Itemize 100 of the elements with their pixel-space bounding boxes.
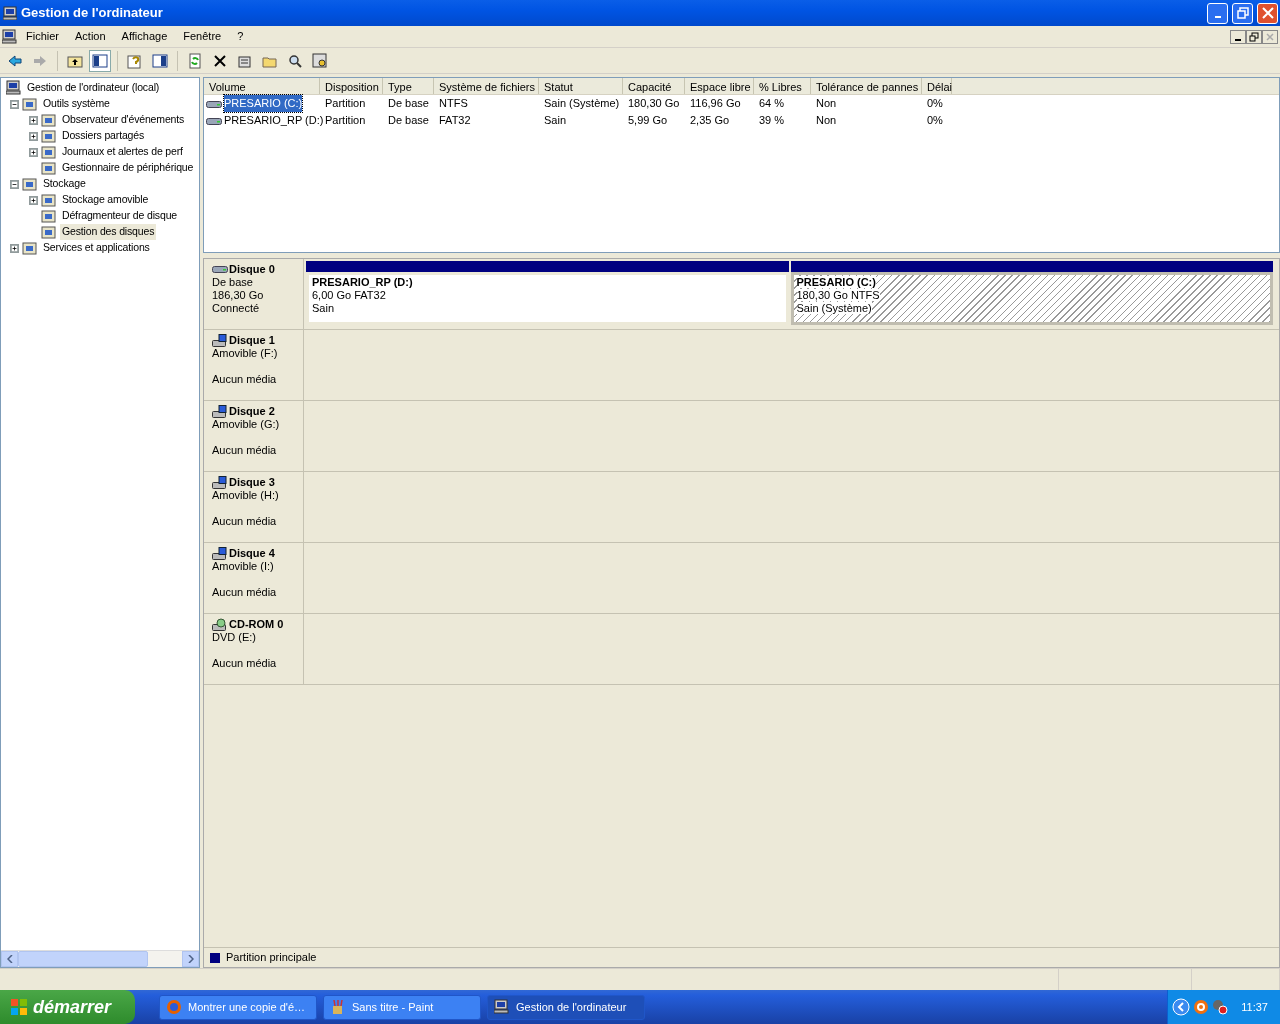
tree-item[interactable]: Stockage amovible [60,192,151,208]
tree-item[interactable]: Gestion des disques [60,224,157,240]
minimize-button[interactable] [1230,29,1246,44]
expand-toggle[interactable] [29,115,38,125]
collapse-toggle[interactable] [10,179,19,189]
scroll-left-button[interactable] [1,951,18,967]
disk-info: Amovible (G:) [212,418,281,431]
restore-icon [1249,31,1259,42]
column-header[interactable]: Capacité [623,78,685,94]
column-header[interactable]: % Libres [754,78,811,94]
menu-item[interactable]: Action [67,28,114,45]
folder-tool-icon [22,176,38,192]
taskbar-button[interactable]: Gestion de l'ordinateur [487,994,645,1020]
partition-info: Sain (Système) [796,302,872,314]
start-button[interactable]: démarrer [0,990,135,1024]
chevron-left-icon[interactable] [1172,998,1191,1016]
network-blocked-icon[interactable] [1212,999,1229,1015]
panel-icon[interactable] [152,52,168,69]
disk-info: DVD (E:) [212,631,257,644]
delete-icon[interactable] [212,52,228,69]
column-header[interactable]: Statut [539,78,623,94]
tree-item[interactable]: Journaux et alertes de perf [60,144,185,160]
horizontal-scrollbar[interactable] [1,950,199,967]
collapse-toggle[interactable] [10,99,19,109]
table-cell[interactable]: PRESARIO (C:) [224,95,303,112]
table-cell-text: Sain [544,113,567,129]
disk-info: Amovible (F:) [212,347,279,360]
expand-toggle[interactable] [29,131,38,141]
menu-item[interactable]: Affichage [113,28,176,45]
table-cell-text: 64 % [759,96,785,112]
folder-tool-icon [41,128,57,144]
partition-name: PRESARIO (C:) [796,276,876,288]
partition-name: PRESARIO_RP (D:) [312,276,413,288]
cd-drive-icon [212,618,228,631]
column-header[interactable]: Disposition [320,78,383,94]
tree-item[interactable]: Défragmenteur de disque [60,208,180,224]
partition-block[interactable]: PRESARIO_RP (D:) 6,00 Go FAT32 Sain [306,272,789,325]
partition-block[interactable]: PRESARIO (C:) 180,30 Go NTFS Sain (Système) [790,272,1273,325]
disk-drive-icon [212,547,228,560]
tree-item[interactable]: Observateur d'événements [60,112,187,128]
tree-item[interactable]: Stockage [41,176,88,192]
back-arrow-icon[interactable] [7,52,23,69]
menu-item[interactable]: ? [229,28,252,45]
table-cell-text: De base [388,113,429,129]
tree-item[interactable]: Services et applications [41,240,152,256]
menu-item[interactable]: Fenêtre [175,28,230,45]
disk-name: CD-ROM 0 [229,618,284,631]
globe-icon [166,999,182,1015]
tree-item[interactable]: Dossiers partagés [60,128,147,144]
minimize-icon [1214,15,1221,18]
disk-info: Connecté [212,302,261,315]
partition-info: Sain [312,302,335,314]
pane-toggle-icon[interactable] [92,52,108,69]
paint-brushes-icon [330,999,346,1015]
table-cell-text: Partition [325,96,366,112]
menu-item[interactable]: Fichier [18,28,67,45]
disk-info: Aucun média [212,515,278,528]
table-cell[interactable]: PRESARIO_RP (D:) [224,112,324,129]
taskbar-button[interactable]: Sans titre - Paint [323,994,481,1020]
disk-name: Disque 0 [229,263,275,276]
scroll-thumb[interactable] [18,951,148,967]
column-header[interactable]: Système de fichiers [434,78,539,94]
table-cell-text: 5,99 Go [628,113,668,129]
chevron-right-icon [187,955,194,963]
legend-label: Partition principale [226,950,317,966]
expand-toggle[interactable] [29,147,38,157]
window-title: Gestion de l'ordinateur [21,4,164,23]
column-header[interactable]: Type [383,78,434,94]
gear-icon[interactable] [312,52,328,69]
table-cell-text: De base [388,96,429,112]
help-icon[interactable] [127,52,143,69]
table-cell-text: Non [816,96,837,112]
close-icon [1261,7,1274,19]
scroll-right-button[interactable] [182,951,199,967]
minimize-icon [1235,38,1241,41]
close-icon [1265,31,1275,42]
disk-name: Disque 4 [229,547,275,560]
table-cell-text: 39 % [759,113,785,129]
partition-info: 180,30 Go NTFS [796,289,880,301]
disk-drive-icon [212,334,228,347]
column-header[interactable]: Tolérance de pannes [811,78,922,94]
computer-icon[interactable] [2,28,18,45]
column-header[interactable]: Espace libre [685,78,754,94]
taskbar-button[interactable]: Montrer une copie d'é… [159,994,317,1020]
restore-icon [1236,7,1249,19]
ring-icon[interactable] [1193,999,1210,1015]
table-cell-text: 180,30 Go [628,96,680,112]
partition-info: 6,00 Go FAT32 [312,289,386,301]
expand-toggle[interactable] [29,195,38,205]
table-cell-text: NTFS [439,96,468,112]
restore-button[interactable] [1246,29,1262,44]
expand-toggle[interactable] [10,243,19,253]
table-cell-text: 0% [927,113,943,129]
refresh-icon[interactable] [187,52,203,69]
windows-flag-icon [10,998,28,1016]
tree-item[interactable]: Gestionnaire de périphérique [60,160,196,176]
magnifier-icon[interactable] [287,52,303,69]
column-header[interactable]: Délai [922,78,952,94]
tree-item[interactable]: Outils système [41,96,112,112]
tree-item[interactable]: Gestion de l'ordinateur (local) [25,80,162,96]
